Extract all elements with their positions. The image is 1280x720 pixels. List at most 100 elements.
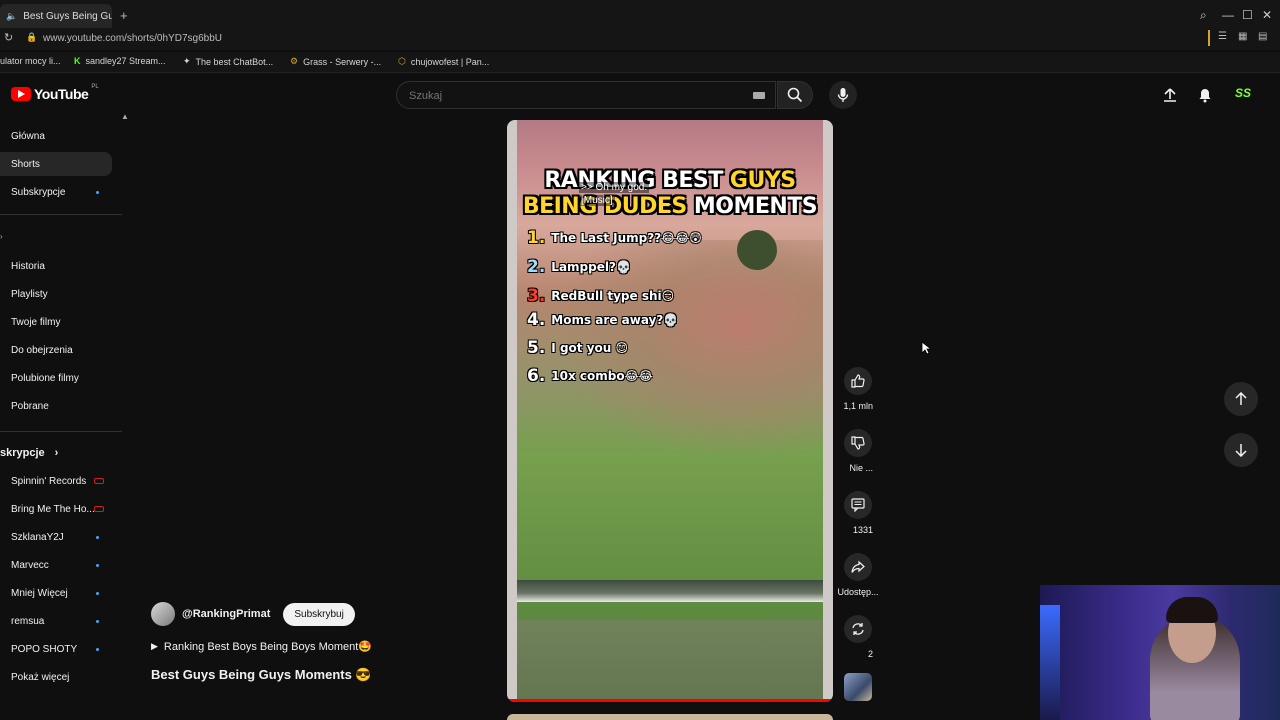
new-content-dot bbox=[96, 190, 99, 194]
sidebar-item-shorts[interactable]: Shorts bbox=[0, 152, 112, 176]
bookmark-item[interactable]: ulator mocy li... bbox=[0, 56, 61, 66]
microphone-icon bbox=[837, 88, 849, 102]
thumbs-up-icon bbox=[851, 374, 865, 388]
sidebar-item-history[interactable]: Historia bbox=[0, 254, 112, 278]
ranking-number: 6. bbox=[527, 366, 546, 386]
new-content-dot bbox=[96, 563, 99, 567]
subscriptions-heading[interactable]: skrypcje › bbox=[0, 447, 58, 459]
comments-action[interactable]: 1331 bbox=[843, 491, 873, 536]
sidebar-sub-channel[interactable]: POPO SHOTY bbox=[0, 637, 112, 661]
account-avatar[interactable]: SS bbox=[1235, 86, 1251, 100]
extension-divider bbox=[1208, 30, 1210, 46]
dislike-button[interactable] bbox=[844, 429, 872, 457]
voice-search-button[interactable] bbox=[829, 81, 857, 109]
sidebar-item-downloads[interactable]: Pobrane bbox=[0, 394, 112, 418]
browser-tab[interactable]: 🔈 Best Guys Being Guy bbox=[0, 4, 112, 28]
extension-icon[interactable]: ☰ bbox=[1218, 31, 1227, 42]
bookmark-item[interactable]: Ksandley27 Stream... bbox=[74, 56, 166, 66]
keyboard-icon[interactable] bbox=[753, 92, 765, 99]
share-label: Udostęp... bbox=[837, 587, 879, 597]
sidebar-divider bbox=[0, 431, 122, 432]
extension-icon[interactable]: ▦ bbox=[1238, 31, 1247, 42]
new-content-dot bbox=[96, 619, 99, 623]
close-window-icon[interactable]: ✕ bbox=[1262, 8, 1272, 22]
sidebar-divider bbox=[0, 214, 122, 215]
webcam-overlay bbox=[1040, 585, 1280, 720]
channel-handle[interactable]: @RankingPrimat bbox=[182, 608, 270, 620]
bookmark-item[interactable]: ⬡ chujowofest | Pan... bbox=[398, 56, 489, 67]
sidebar-sub-channel[interactable]: Bring Me The Ho... bbox=[0, 497, 112, 521]
bookmark-item[interactable]: ✦ The best ChatBot... bbox=[183, 56, 273, 67]
reload-icon[interactable]: ↻ bbox=[4, 31, 13, 44]
short-video-player[interactable]: RANKING BEST GUYS BEING DUDES MOMENTS >>… bbox=[507, 120, 833, 702]
youtube-logo[interactable]: YouTube PL bbox=[11, 84, 99, 102]
video-title-line-2: BEING DUDES MOMENTS bbox=[522, 194, 818, 219]
mouse-cursor-icon bbox=[921, 341, 931, 355]
new-tab-icon[interactable]: + bbox=[120, 8, 128, 23]
search-icon bbox=[787, 87, 803, 103]
chevron-right-icon[interactable]: › bbox=[0, 232, 3, 241]
remix-button[interactable] bbox=[844, 615, 872, 643]
sidebar-item-watch-later[interactable]: Do obejrzenia bbox=[0, 338, 112, 362]
share-icon bbox=[851, 560, 865, 573]
dislike-label: Nie ... bbox=[849, 463, 873, 473]
sidebar-item-home[interactable]: Główna bbox=[0, 124, 112, 148]
previous-short-button[interactable] bbox=[1224, 382, 1258, 416]
notifications-button[interactable] bbox=[1196, 86, 1214, 104]
sidebar-sub-channel[interactable]: remsua bbox=[0, 609, 112, 633]
ranking-text: I got you 😊 bbox=[551, 341, 628, 355]
remix-icon bbox=[852, 623, 864, 635]
short-title: Best Guys Being Guys Moments 😎 bbox=[151, 667, 372, 682]
upload-icon bbox=[1164, 88, 1176, 102]
sidebar-item-liked-videos[interactable]: Polubione filmy bbox=[0, 366, 112, 390]
lock-icon[interactable]: 🔒 bbox=[26, 32, 37, 43]
playlist-link[interactable]: ▶ Ranking Best Boys Being Boys Moment🤩 bbox=[151, 640, 372, 653]
scroll-up-icon[interactable]: ▲ bbox=[121, 112, 129, 121]
like-button[interactable] bbox=[844, 367, 872, 395]
live-icon bbox=[94, 478, 104, 484]
speaker-icon: 🔈 bbox=[6, 10, 18, 21]
address-bar: ↻ 🔒 www.youtube.com/shorts/0hYD7sg6bbU ☰… bbox=[0, 28, 1280, 50]
subscribe-button[interactable]: Subskrybuj bbox=[283, 602, 355, 626]
channel-row: @RankingPrimat Subskrybuj bbox=[151, 602, 355, 626]
video-title-line-1: RANKING BEST GUYS bbox=[544, 168, 796, 193]
youtube-play-icon bbox=[11, 87, 31, 101]
remix-action[interactable]: 2 bbox=[843, 615, 873, 660]
comments-button[interactable] bbox=[844, 491, 872, 519]
bookmarks-bar: ulator mocy li... Ksandley27 Stream... ✦… bbox=[0, 52, 1280, 73]
like-action[interactable]: 1,1 mln bbox=[843, 367, 873, 412]
search-box[interactable] bbox=[396, 81, 776, 109]
play-icon: ▶ bbox=[151, 641, 158, 651]
upload-button[interactable] bbox=[1161, 86, 1179, 104]
new-content-dot bbox=[96, 647, 99, 651]
channel-avatar[interactable] bbox=[151, 602, 175, 626]
menu-icon[interactable]: ▤ bbox=[1258, 31, 1267, 42]
search-input[interactable] bbox=[407, 89, 711, 103]
sidebar-item-your-videos[interactable]: Twoje filmy bbox=[0, 310, 112, 334]
arrow-up-icon bbox=[1235, 392, 1247, 405]
sound-thumbnail[interactable] bbox=[844, 673, 872, 701]
next-short-button[interactable] bbox=[1224, 433, 1258, 467]
share-action[interactable]: Udostęp... bbox=[837, 553, 879, 598]
video-progress-bar[interactable] bbox=[507, 699, 833, 702]
share-button[interactable] bbox=[844, 553, 872, 581]
bookmark-item[interactable]: ⚙ Grass - Serwery -... bbox=[290, 56, 381, 67]
search-button[interactable] bbox=[777, 81, 813, 109]
ranking-item: 6. 10x combo😂😂 bbox=[527, 366, 653, 386]
maximize-icon[interactable]: ☐ bbox=[1242, 8, 1253, 22]
sidebar-sub-channel[interactable]: SzklanaY2J bbox=[0, 525, 112, 549]
video-tree bbox=[737, 230, 777, 270]
sidebar-item-playlists[interactable]: Playlisty bbox=[0, 282, 112, 306]
url-field[interactable]: www.youtube.com/shorts/0hYD7sg6bbU bbox=[43, 33, 222, 44]
sidebar-sub-channel[interactable]: Spinnin' Records bbox=[0, 469, 112, 493]
sidebar-sub-channel[interactable]: Mniej Więcej bbox=[0, 581, 112, 605]
sidebar-show-more[interactable]: Pokaż więcej bbox=[0, 665, 112, 689]
minimize-icon[interactable]: — bbox=[1222, 8, 1234, 22]
sidebar-sub-channel[interactable]: Marvecc bbox=[0, 553, 112, 577]
tab-title: Best Guys Being Guy bbox=[23, 10, 112, 22]
sidebar-item-subscriptions[interactable]: Subskrypcje bbox=[0, 180, 112, 204]
search-tabs-icon[interactable]: ⌕ bbox=[1200, 8, 1207, 23]
ranking-item: 4. Moms are away?💀 bbox=[527, 310, 678, 330]
like-count: 1,1 mln bbox=[843, 401, 873, 411]
dislike-action[interactable]: Nie ... bbox=[843, 429, 873, 474]
